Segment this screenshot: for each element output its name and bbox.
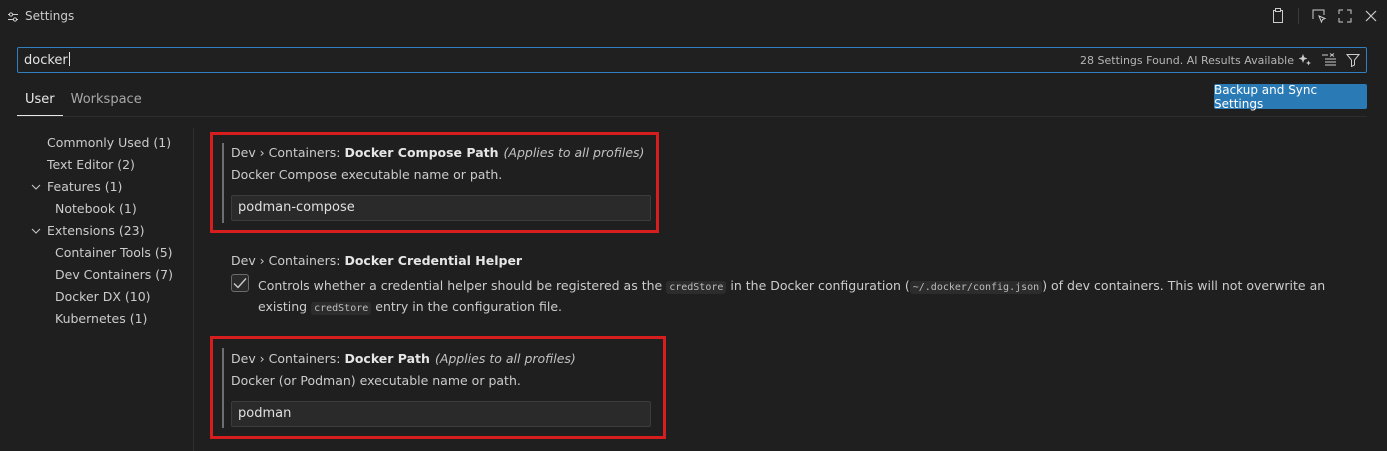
text-caret bbox=[68, 52, 70, 66]
setting-category: Dev › Containers: bbox=[231, 253, 345, 268]
toc-item-label: Dev Containers (7) bbox=[55, 267, 173, 282]
tab-workspace[interactable]: Workspace bbox=[63, 88, 150, 116]
inspect-icon[interactable] bbox=[1311, 7, 1327, 25]
close-icon[interactable] bbox=[1363, 7, 1379, 25]
toc-item-label: Docker DX (10) bbox=[55, 289, 151, 304]
setting-scope: (Applies to all profiles) bbox=[434, 351, 576, 366]
modified-indicator bbox=[222, 143, 224, 223]
checkmark-icon bbox=[233, 278, 247, 289]
setting-category: Dev › Containers: bbox=[231, 351, 345, 366]
tab-user[interactable]: User bbox=[17, 88, 63, 116]
chevron-down-icon[interactable] bbox=[30, 220, 42, 242]
setting-scope: (Applies to all profiles) bbox=[503, 145, 645, 160]
toc-item-dev-containers[interactable]: Dev Containers (7) bbox=[20, 264, 192, 286]
inline-code: credStore bbox=[666, 281, 727, 294]
settings-toc: Commonly Used (1) Text Editor (2) Featur… bbox=[20, 132, 192, 330]
setting-description: Docker (or Podman) executable name or pa… bbox=[231, 373, 521, 388]
setting-category: Dev › Containers: bbox=[231, 145, 345, 160]
toc-item-label: Notebook (1) bbox=[55, 201, 137, 216]
settings-editor: Settings docker 28 Settings Found. AI Re… bbox=[0, 0, 1387, 451]
setting-docker-credential-helper: Dev › Containers: Docker Credential Help… bbox=[231, 253, 522, 268]
inline-code: ~/.docker/config.json bbox=[909, 281, 1043, 294]
toc-item-label: Text Editor (2) bbox=[47, 157, 135, 172]
setting-docker-path: Dev › Containers: Docker Path (Applies to… bbox=[231, 351, 576, 388]
toc-item-docker-dx[interactable]: Docker DX (10) bbox=[20, 286, 192, 308]
toc-item-label: Extensions (23) bbox=[47, 223, 145, 238]
docker-path-input[interactable]: podman bbox=[231, 401, 651, 427]
description-text: Controls whether a credential helper sho… bbox=[258, 278, 663, 293]
setting-name: Docker Compose Path bbox=[344, 145, 499, 160]
toc-item-kubernetes[interactable]: Kubernetes (1) bbox=[20, 308, 192, 330]
setting-name: Docker Credential Helper bbox=[344, 253, 523, 268]
search-result-count: 28 Settings Found. AI Results Available bbox=[1080, 54, 1294, 67]
inline-code: credStore bbox=[311, 302, 372, 315]
setting-description: Controls whether a credential helper sho… bbox=[258, 276, 1338, 318]
settings-icon bbox=[7, 11, 19, 23]
setting-title: Dev › Containers: Docker Compose Path (Ap… bbox=[231, 145, 644, 160]
chevron-down-icon[interactable] bbox=[30, 176, 42, 198]
docker-compose-path-input[interactable]: podman-compose bbox=[231, 195, 651, 221]
toc-item-commonly-used[interactable]: Commonly Used (1) bbox=[20, 132, 192, 154]
description-text: in the Docker configuration ( bbox=[730, 278, 910, 293]
toc-item-features[interactable]: Features (1) bbox=[20, 176, 192, 198]
toc-item-label: Features (1) bbox=[47, 179, 123, 194]
setting-description: Docker Compose executable name or path. bbox=[231, 167, 503, 182]
setting-title: Dev › Containers: Docker Credential Help… bbox=[231, 253, 522, 268]
open-json-icon[interactable] bbox=[1270, 7, 1286, 25]
settings-search-input[interactable]: docker 28 Settings Found. AI Results Ava… bbox=[17, 47, 1367, 73]
toc-item-label: Container Tools (5) bbox=[55, 245, 173, 260]
editor-title-bar: Settings bbox=[0, 0, 1387, 34]
settings-scope-tabs: User Workspace bbox=[17, 88, 150, 116]
maximize-icon[interactable] bbox=[1337, 7, 1353, 25]
credential-helper-checkbox[interactable] bbox=[231, 274, 249, 292]
search-query: docker bbox=[24, 53, 68, 68]
toc-item-container-tools[interactable]: Container Tools (5) bbox=[20, 242, 192, 264]
setting-name: Docker Path bbox=[344, 351, 430, 366]
setting-title: Dev › Containers: Docker Path (Applies to… bbox=[231, 351, 576, 366]
toc-item-notebook[interactable]: Notebook (1) bbox=[20, 198, 192, 220]
toc-item-extensions[interactable]: Extensions (23) bbox=[20, 220, 192, 242]
filter-icon[interactable] bbox=[1344, 51, 1362, 69]
ai-sparkle-icon[interactable] bbox=[1296, 51, 1314, 69]
description-text: entry in the configuration file. bbox=[375, 299, 563, 314]
setting-docker-compose-path: Dev › Containers: Docker Compose Path (Ap… bbox=[231, 145, 644, 182]
toc-item-label: Kubernetes (1) bbox=[55, 311, 148, 326]
clear-filter-icon[interactable] bbox=[1320, 51, 1338, 69]
modified-indicator bbox=[222, 348, 224, 428]
backup-sync-button[interactable]: Backup and Sync Settings bbox=[1214, 83, 1367, 111]
editor-tab-title[interactable]: Settings bbox=[25, 9, 74, 23]
toc-item-label: Commonly Used (1) bbox=[47, 135, 172, 150]
toc-divider bbox=[193, 128, 194, 451]
tabs-divider bbox=[17, 116, 1367, 117]
toc-item-text-editor[interactable]: Text Editor (2) bbox=[20, 154, 192, 176]
toolbar-separator bbox=[1298, 8, 1299, 24]
